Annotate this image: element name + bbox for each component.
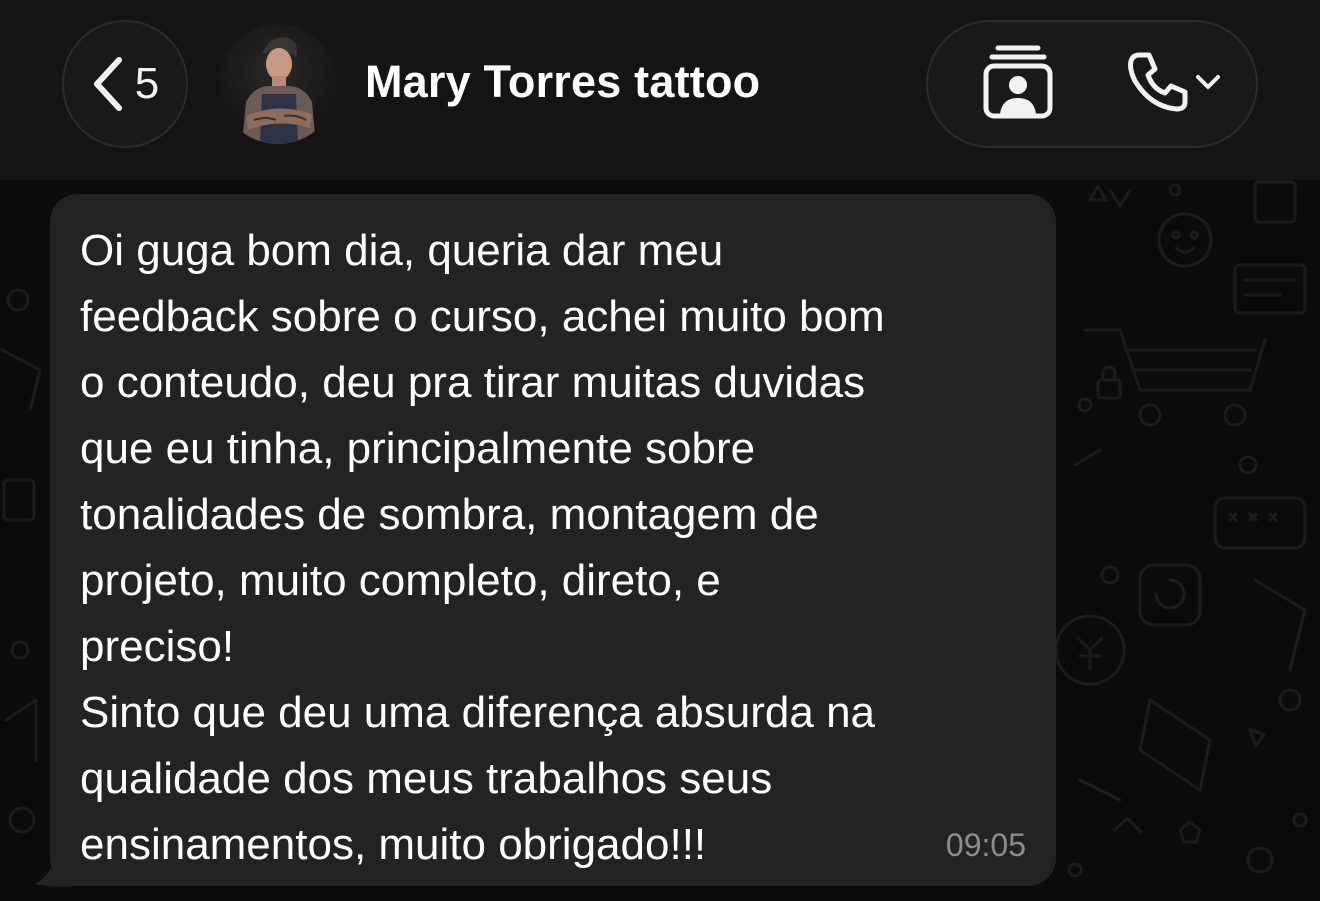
phone-icon: [1125, 49, 1191, 120]
chevron-left-icon: [91, 56, 125, 112]
unread-count: 5: [134, 59, 160, 108]
header-actions: [926, 20, 1258, 148]
contact-card-button[interactable]: [958, 22, 1078, 146]
call-button[interactable]: [1108, 22, 1238, 146]
contact-name[interactable]: Mary Torres tattoo: [365, 56, 760, 108]
message-text: Oi guga bom dia, queria dar meu feedback…: [80, 226, 885, 869]
message-bubble[interactable]: Oi guga bom dia, queria dar meu feedback…: [50, 194, 1056, 886]
chevron-down-icon: [1195, 73, 1221, 96]
contact-card-icon: [982, 44, 1054, 125]
avatar[interactable]: [218, 24, 338, 144]
bubble-tail: [34, 852, 74, 887]
message-timestamp: 09:05: [945, 827, 1026, 863]
message-list[interactable]: Oi guga bom dia, queria dar meu feedback…: [0, 180, 1320, 901]
chat-header: 5 Mary Torres tattoo: [0, 0, 1320, 180]
back-button[interactable]: 5: [62, 20, 188, 148]
chat-screen: 5 Mary Torres tattoo Oi guga bom dia, qu…: [0, 0, 1320, 901]
